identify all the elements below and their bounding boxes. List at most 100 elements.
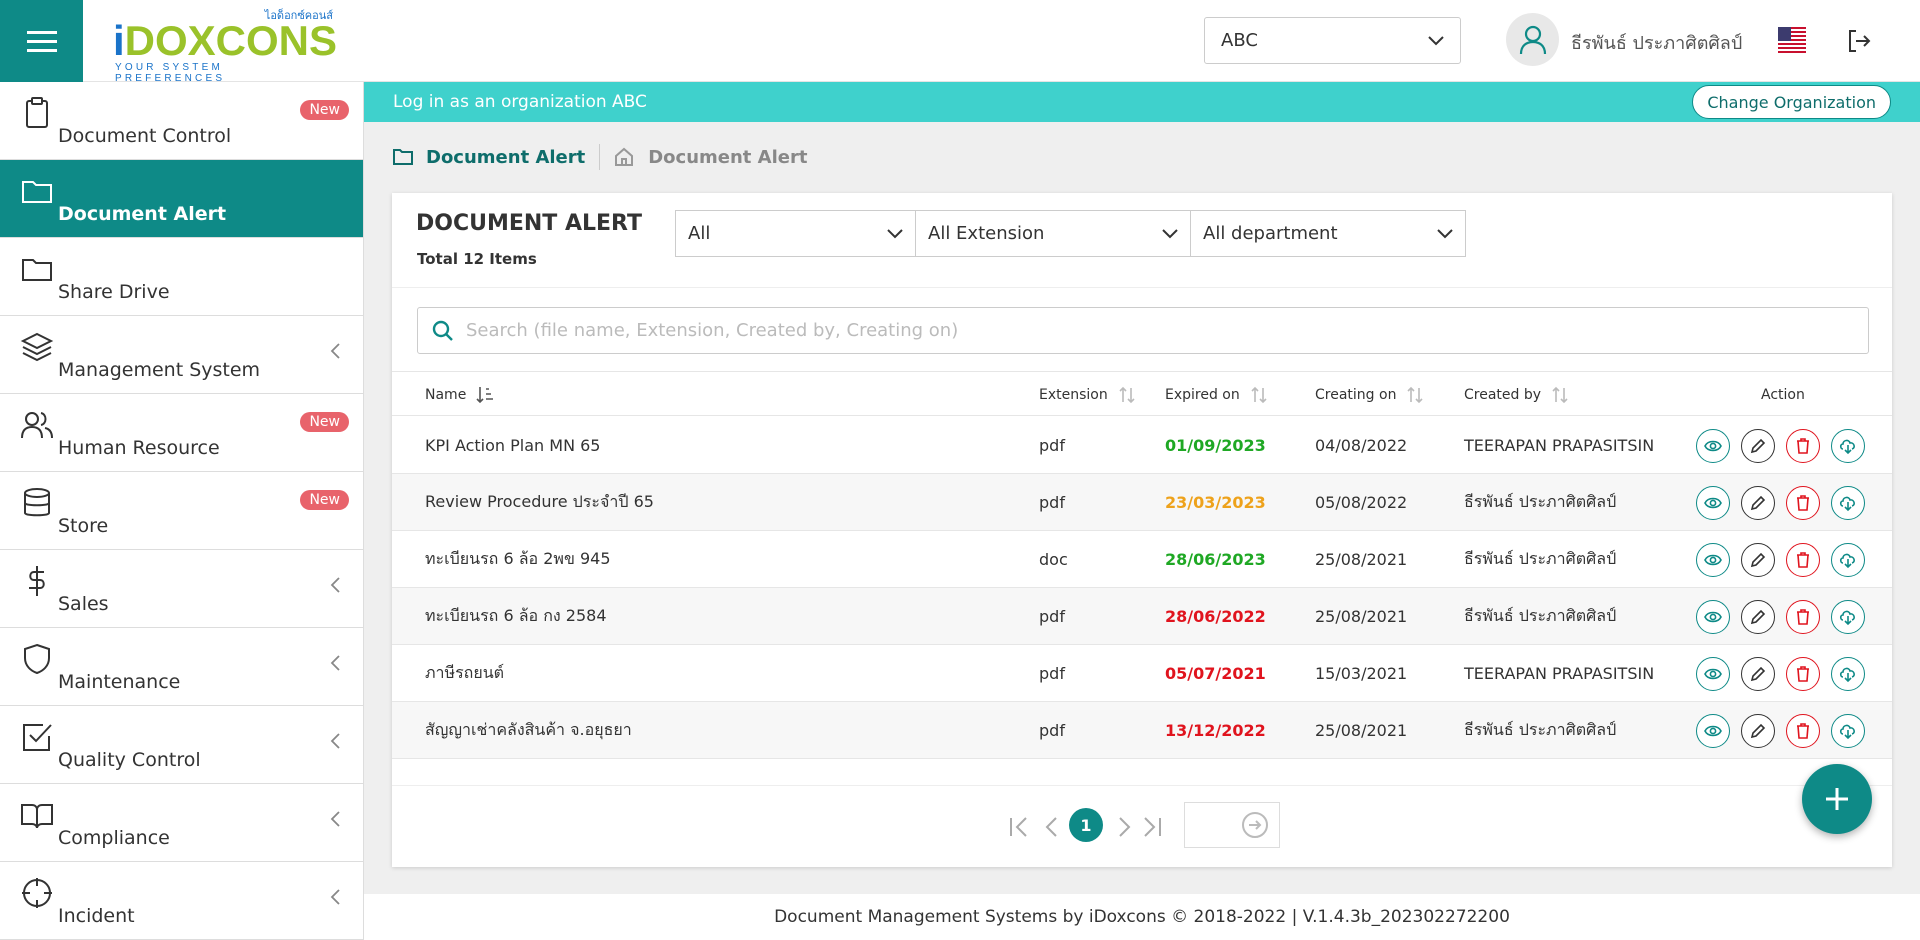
app-logo[interactable]: ไอด็อกซ์คอนส์ iDOXCONS YOUR SYSTEM PREFE… [113,6,337,84]
user-name[interactable]: ธีรพันธ์ ประภาศิตศิลป์ [1571,28,1742,57]
status-filter-select[interactable]: All [675,210,916,257]
organization-banner-text: Log in as an organization ABC [393,92,647,112]
edit-button[interactable] [1741,486,1775,520]
view-button[interactable] [1696,486,1730,520]
chevron-left-icon [330,343,340,359]
view-button[interactable] [1696,657,1730,691]
edit-button[interactable] [1741,600,1775,634]
cloud-download-icon [1839,439,1855,455]
breadcrumb-home[interactable]: Document Alert [614,147,807,168]
delete-button[interactable] [1786,657,1820,691]
cell-created-by: ธีรพันธ์ ประภาศิตศิลป์ [1464,492,1617,511]
page-title: DOCUMENT ALERT [416,211,643,236]
search-box[interactable] [417,307,1869,354]
cell-name: KPI Action Plan MN 65 [425,436,601,455]
cell-extension: pdf [1039,721,1065,740]
folder-icon [22,259,52,281]
sidebar-item-label: Maintenance [58,671,181,693]
sidebar-item-sales[interactable]: Sales [0,550,363,628]
sidebar-item-incident[interactable]: Incident [0,862,363,940]
department-filter-select[interactable]: All department [1190,210,1466,257]
table-row[interactable]: Review Procedure ประจำปี 65 pdf 23/03/2023… [392,474,1892,531]
breadcrumb-current[interactable]: Document Alert [392,147,585,168]
change-organization-button[interactable]: Change Organization [1692,85,1891,119]
table-row[interactable]: ภาษีรถยนต์ pdf 05/07/2021 15/03/2021 TEERAPA… [392,645,1892,702]
cell-expired-on: 28/06/2023 [1165,550,1266,569]
download-button[interactable] [1831,600,1865,634]
cell-created-by: ธีรพันธ์ ประภาศิตศิลป์ [1464,720,1617,739]
cell-name: Review Procedure ประจำปี 65 [425,492,654,511]
view-button[interactable] [1696,429,1730,463]
column-header-expired-on[interactable]: Expired on [1165,372,1268,417]
table-row[interactable] [392,759,1892,785]
extension-filter-select[interactable]: All Extension [915,210,1191,257]
sort-descending-icon [476,386,494,403]
user-avatar[interactable] [1506,13,1559,66]
next-page-icon[interactable] [1111,814,1137,840]
sidebar-item-store[interactable]: Store New [0,472,363,550]
last-page-icon[interactable] [1139,814,1165,840]
download-button[interactable] [1831,657,1865,691]
arrow-right-circle-icon[interactable] [1241,811,1269,839]
download-button[interactable] [1831,714,1865,748]
trash-icon [1797,495,1809,511]
edit-button[interactable] [1741,714,1775,748]
delete-button[interactable] [1786,600,1820,634]
sidebar-item-maintenance[interactable]: Maintenance [0,628,363,706]
sidebar-item-quality-control[interactable]: Quality Control [0,706,363,784]
edit-button[interactable] [1741,543,1775,577]
view-button[interactable] [1696,714,1730,748]
us-flag-icon[interactable] [1778,27,1806,53]
delete-button[interactable] [1786,714,1820,748]
sidebar-item-document-control[interactable]: Document Control New [0,82,363,160]
logout-icon[interactable] [1846,28,1872,54]
go-to-page-input[interactable] [1184,802,1280,848]
search-input[interactable] [466,320,1846,341]
column-header-creating-on[interactable]: Creating on [1315,372,1424,417]
edit-button[interactable] [1741,657,1775,691]
view-button[interactable] [1696,600,1730,634]
sidebar-item-label: Quality Control [58,749,201,771]
table-row[interactable]: ทะเบียนรถ 6 ล้อ กง 2584 pdf 28/06/2022 25/0… [392,588,1892,645]
sidebar-item-compliance[interactable]: Compliance [0,784,363,862]
sidebar-item-human-resource[interactable]: Human Resource New [0,394,363,472]
sidebar-item-label: Compliance [58,827,170,849]
trash-icon [1797,723,1809,739]
status-filter-value: All [688,223,711,244]
delete-button[interactable] [1786,543,1820,577]
cell-extension: pdf [1039,436,1065,455]
sidebar-item-share-drive[interactable]: Share Drive [0,238,363,316]
cell-expired-on: 28/06/2022 [1165,607,1266,626]
folder-icon [393,149,413,165]
current-page-button[interactable]: 1 [1069,808,1103,842]
trash-icon [1797,609,1809,625]
delete-button[interactable] [1786,429,1820,463]
table-row[interactable]: KPI Action Plan MN 65 pdf 01/09/2023 04/08/… [392,417,1892,474]
hamburger-menu-button[interactable] [0,0,83,82]
chevron-left-icon [330,655,340,671]
chevron-down-icon [887,228,903,238]
view-button[interactable] [1696,543,1730,577]
table-row[interactable]: ทะเบียนรถ 6 ล้อ 2พข 945 doc 28/06/2023 25/0… [392,531,1892,588]
sidebar-item-label: Share Drive [58,281,170,303]
table-header: Name Extension Expired on Creating on Cr… [392,371,1892,416]
column-header-extension[interactable]: Extension [1039,372,1136,417]
cloud-download-icon [1839,667,1855,683]
download-button[interactable] [1831,429,1865,463]
edit-button[interactable] [1741,429,1775,463]
first-page-icon[interactable] [1006,814,1032,840]
column-header-name[interactable]: Name [425,372,494,417]
sidebar-item-document-alert[interactable]: Document Alert [0,160,363,238]
sidebar-item-management-system[interactable]: Management System [0,316,363,394]
footer: Document Management Systems by iDoxcons … [364,894,1920,940]
organization-select[interactable]: ABC [1204,17,1461,64]
download-button[interactable] [1831,486,1865,520]
add-document-button[interactable] [1802,764,1872,834]
download-button[interactable] [1831,543,1865,577]
column-header-label: Action [1761,386,1805,403]
divider [392,287,1892,288]
table-row[interactable]: สัญญาเช่าคลังสินค้า จ.อยุธยา pdf 13/12/202… [392,702,1892,759]
previous-page-icon[interactable] [1039,814,1065,840]
delete-button[interactable] [1786,486,1820,520]
column-header-created-by[interactable]: Created by [1464,372,1569,417]
